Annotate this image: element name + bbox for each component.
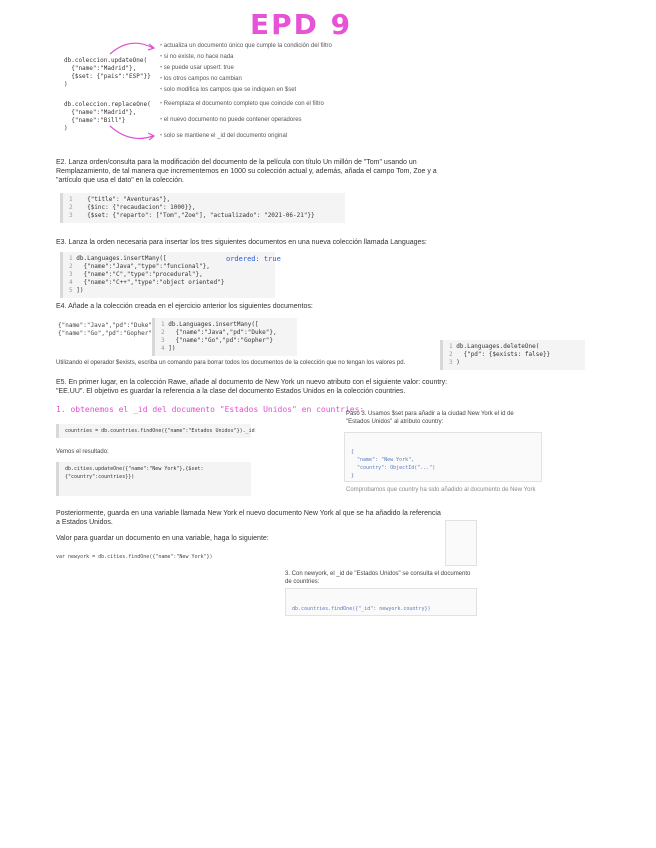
e5-right-note: Paso 3. Usamos $set para añadir a la ciu… (346, 411, 514, 425)
e2-statement: E2. Lanza orden/consulta para la modific… (56, 159, 437, 184)
bullet-item: solo se mantiene el _id del documento or… (160, 132, 324, 140)
code-line: "name": "New York", (351, 457, 415, 463)
code-line: {"title": "Aventuras"}, (79, 196, 171, 203)
e5-step1-code: countries = db.countries.findOne({"name"… (56, 424, 255, 438)
code-line: ]) (76, 287, 84, 294)
code-line: {"name":"C","type":"procedural"}, (76, 271, 203, 278)
bullet-item: si no existe, no hace nada (160, 53, 332, 61)
arrows-graphic (109, 42, 156, 141)
e3-statement: E3. Lanza la orden necesaria para insert… (56, 239, 427, 246)
code-line: {"name":"Java","pd":"Duke"}, (168, 329, 277, 336)
e3-annotation: ordered: true (226, 255, 281, 263)
code-line: db.Languages.deleteOne( (456, 343, 540, 350)
code-line: {"name":"C++","type":"object oriented"} (76, 279, 225, 286)
e6-step3: 3. Con newyork, el _id de "Estados Unido… (285, 571, 471, 585)
e4-documents: {"name":"Java","pd":"Duke"} {"name":"Go"… (58, 322, 156, 337)
code-line: "country": ObjectId("...") (351, 465, 436, 471)
e5-step2-label: Vemos el resultado: (56, 449, 109, 455)
e5-right-footer: Comprobamos que country ha sido añadido … (346, 487, 536, 493)
code-line: {$inc: {"recaudacion": 1000}}, (79, 204, 196, 211)
e6-statement: Posteriormente, guarda en una variable l… (56, 510, 441, 526)
e4-note: Utilizando el operador $exists, escriba … (56, 360, 406, 366)
bullet-item: Reemplaza el documento completo que coin… (160, 100, 324, 108)
bullet-item: el nuevo documento no puede contener ope… (160, 116, 324, 124)
e6-step3-panel: db.countries.findOne({"_id": newyork.cou… (285, 588, 477, 616)
e4-delete-code: 1 db.Languages.deleteOne( 2 {"pd": {$exi… (440, 340, 585, 370)
e6-side-panel (445, 520, 477, 566)
e6-var-code: var newyork = db.cities.findOne({"name":… (56, 554, 213, 560)
bullet-item: actualiza un documento único que cumple … (160, 42, 332, 50)
e5-right-code: { "name": "New York", "country": ObjectI… (345, 445, 541, 483)
code-line: { (351, 449, 355, 455)
code-line: {"name":"Go","pd":"Gopher"} (168, 337, 274, 344)
bullet-item: los otros campos no cambian (160, 75, 332, 83)
e5-statement: E5. En primer lugar, en la colección Raw… (56, 379, 448, 395)
code-line: ]) (168, 345, 176, 352)
code-line: } (351, 473, 355, 479)
e4-code-block: 1 db.Languages.insertMany([ 2 {"name":"J… (152, 318, 297, 356)
update-bullets: actualiza un documento único que cumple … (160, 42, 332, 94)
e4-statement: E4. Añade a la colección creada en el ej… (56, 303, 313, 310)
code-line: {$set: {"reparto": ["Tom","Zoe"], "actua… (79, 212, 315, 219)
code-line: ) (456, 359, 460, 366)
code-line: {"name":"Java","type":"funcional"}, (76, 263, 210, 270)
bullet-item: solo modifica los campos que se indiquen… (160, 86, 332, 94)
e5-right-panel: { "name": "New York", "country": ObjectI… (344, 432, 542, 482)
e5-step1-title: 1. obtenemos el _id del documento "Estad… (56, 405, 365, 414)
replace-bullets: Reemplaza el documento completo que coin… (160, 100, 324, 140)
e2-code-block: 1 {"title": "Aventuras"}, 2 {$inc: {"rec… (60, 193, 345, 223)
code-line: db.Languages.insertMany([ (168, 321, 259, 328)
code-line: {"pd": {$exists: false}} (456, 351, 551, 358)
code-line: db.Languages.insertMany([ (76, 255, 167, 262)
e5-step2-code: db.cities.updateOne({"name":"New York"},… (56, 462, 251, 496)
bullet-item: se puede usar upsert: true (160, 64, 332, 72)
page-title: EPD 9 (250, 8, 353, 41)
e6-step3-code: db.countries.findOne({"_id": newyork.cou… (292, 606, 431, 612)
e6-var-label: Valor para guardar un documento en una v… (56, 535, 269, 542)
